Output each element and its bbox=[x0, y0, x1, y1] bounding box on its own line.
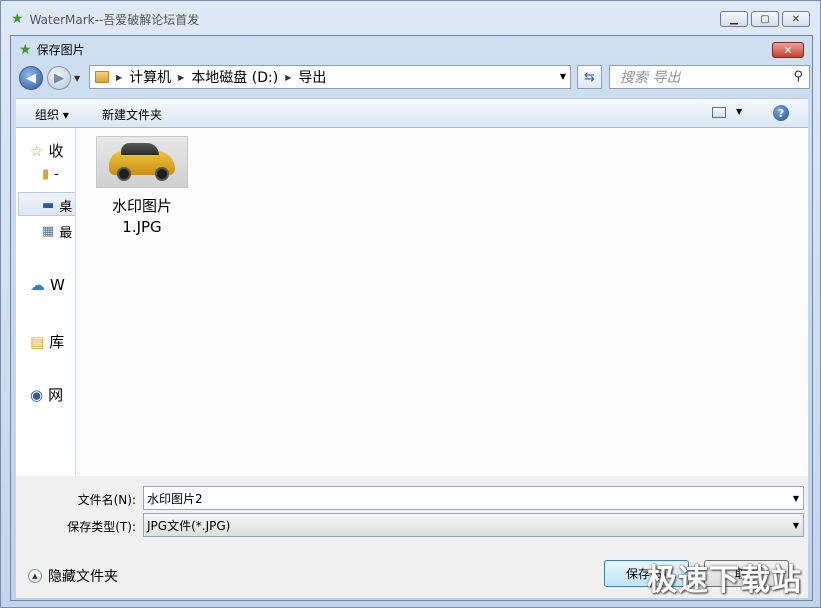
nav-favorites[interactable]: ☆ 收 bbox=[30, 140, 63, 161]
nav-library[interactable]: ▤ 库 bbox=[30, 331, 64, 352]
save-dialog: ★ 保存图片 ✕ ◀ ▶ ▼ ▶ 计算机 ▶ 本地磁盘 (D:) ▶ 导出 ▼ … bbox=[10, 35, 813, 601]
file-list: 水印图片 1.JPG bbox=[76, 128, 808, 476]
window-close-button[interactable]: ✕ bbox=[782, 11, 810, 27]
filename-label: 文件名(N): bbox=[77, 493, 136, 507]
nav-downloads[interactable]: ▮ - bbox=[42, 167, 59, 182]
new-folder-button[interactable]: 新建文件夹 bbox=[102, 106, 162, 123]
filename-field[interactable]: 水印图片2 ▼ bbox=[143, 486, 804, 510]
breadcrumb-computer[interactable]: 计算机 bbox=[129, 67, 171, 87]
navigation-pane: ☆ 收 ▮ - ▬ 桌 ▦ 最 ☁ W ▤ 库 ◉ 网 bbox=[16, 128, 76, 476]
download-folder-icon: ▮ bbox=[42, 167, 50, 182]
file-item[interactable]: 水印图片 1.JPG bbox=[94, 136, 190, 238]
library-icon: ▤ bbox=[30, 332, 45, 351]
refresh-button[interactable]: ⇆ bbox=[577, 65, 602, 89]
recent-locations-dropdown[interactable]: ▼ bbox=[74, 74, 80, 83]
breadcrumb-arrow-icon[interactable]: ▶ bbox=[285, 73, 291, 82]
maximize-button[interactable]: ▢ bbox=[751, 11, 779, 27]
back-button[interactable]: ◀ bbox=[19, 66, 43, 90]
navigation-bar: ◀ ▶ ▼ ▶ 计算机 ▶ 本地磁盘 (D:) ▶ 导出 ▼ ⇆ 搜索 导出 ⚲ bbox=[17, 64, 810, 94]
window-title: WaterMark--吾爱破解论坛首发 bbox=[29, 12, 200, 27]
nav-network[interactable]: ◉ 网 bbox=[30, 384, 63, 405]
dialog-titlebar: ★ 保存图片 bbox=[19, 41, 85, 58]
organize-menu[interactable]: 组织 ▾ bbox=[35, 106, 69, 123]
breadcrumb-export[interactable]: 导出 bbox=[298, 67, 326, 87]
search-input[interactable]: 搜索 导出 ⚲ bbox=[609, 65, 810, 89]
wheel-shape bbox=[117, 167, 131, 181]
app-star-icon: ★ bbox=[11, 11, 24, 27]
minimize-button[interactable]: ▁ bbox=[720, 11, 748, 27]
folder-icon bbox=[95, 71, 109, 83]
star-icon: ☆ bbox=[30, 141, 44, 160]
breadcrumb-arrow-icon[interactable]: ▶ bbox=[178, 73, 184, 82]
nav-recent[interactable]: ▦ 最 bbox=[42, 222, 72, 241]
filetype-label: 保存类型(T): bbox=[67, 520, 136, 534]
network-icon: ◉ bbox=[30, 385, 44, 404]
chevron-down-icon[interactable]: ▼ bbox=[793, 521, 799, 530]
nav-wps-cloud[interactable]: ☁ W bbox=[30, 276, 65, 294]
cloud-icon: ☁ bbox=[30, 276, 45, 294]
window-controls: ▁ ▢ ✕ bbox=[720, 11, 810, 27]
save-form: 文件名(N): 水印图片2 ▼ 保存类型(T): JPG文件(*.JPG) ▼ bbox=[16, 476, 808, 566]
chevron-down-icon[interactable]: ▼ bbox=[793, 494, 799, 503]
breadcrumb-arrow-icon[interactable]: ▶ bbox=[116, 73, 122, 82]
search-placeholder: 搜索 导出 bbox=[620, 70, 681, 86]
view-icon[interactable] bbox=[712, 107, 726, 118]
chevron-up-icon: ▲ bbox=[28, 569, 42, 583]
filetype-select[interactable]: JPG文件(*.JPG) ▼ bbox=[143, 513, 804, 537]
dialog-title: 保存图片 bbox=[36, 43, 85, 57]
breadcrumb-drive[interactable]: 本地磁盘 (D:) bbox=[191, 67, 278, 87]
search-icon: ⚲ bbox=[793, 69, 803, 84]
command-toolbar: 组织 ▾ 新建文件夹 ▼ ? bbox=[16, 98, 808, 128]
forward-button[interactable]: ▶ bbox=[47, 66, 71, 90]
help-icon[interactable]: ? bbox=[773, 105, 789, 121]
window-titlebar: ★ WaterMark--吾爱破解论坛首发 bbox=[11, 9, 199, 29]
browser-pane: ☆ 收 ▮ - ▬ 桌 ▦ 最 ☁ W ▤ 库 ◉ 网 水印图片 1.JPG bbox=[16, 128, 808, 477]
dialog-close-button[interactable]: ✕ bbox=[772, 42, 804, 58]
image-thumbnail bbox=[96, 136, 188, 188]
file-name: 水印图片 1.JPG bbox=[111, 197, 172, 236]
recent-places-icon: ▦ bbox=[42, 224, 55, 239]
chevron-down-icon[interactable]: ▼ bbox=[560, 72, 566, 81]
watermark-text: 极速下载站 bbox=[647, 563, 802, 598]
hide-folders-toggle[interactable]: ▲ 隐藏文件夹 bbox=[28, 566, 118, 586]
dialog-star-icon: ★ bbox=[19, 41, 32, 58]
address-bar[interactable]: ▶ 计算机 ▶ 本地磁盘 (D:) ▶ 导出 ▼ bbox=[89, 65, 571, 89]
app-window: ★ WaterMark--吾爱破解论坛首发 ▁ ▢ ✕ ★ 保存图片 ✕ ◀ ▶… bbox=[0, 0, 821, 608]
view-dropdown-icon[interactable]: ▼ bbox=[736, 107, 742, 116]
desktop-icon: ▬ bbox=[42, 198, 55, 213]
wheel-shape bbox=[155, 167, 169, 181]
nav-desktop[interactable]: ▬ 桌 bbox=[42, 196, 72, 215]
